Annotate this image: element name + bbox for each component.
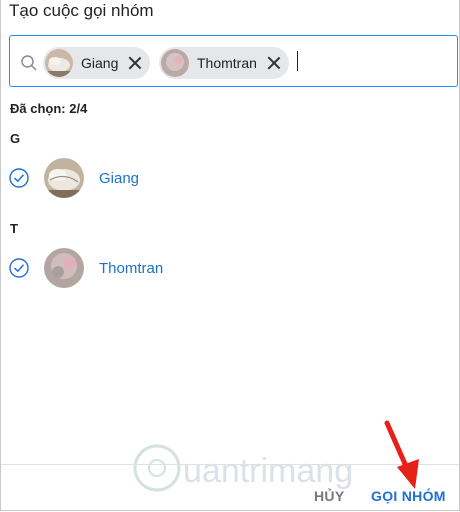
contact-name[interactable]: Thomtran <box>99 260 163 277</box>
contact-row-thomtran[interactable]: Thomtran <box>9 246 449 290</box>
checked-circle-icon[interactable] <box>9 258 29 278</box>
avatar <box>161 49 189 77</box>
contact-name[interactable]: Giang <box>99 170 139 187</box>
group-letter-g: G <box>10 131 21 146</box>
create-group-call-dialog: Tạo cuộc gọi nhóm Giang Thomtran Đã chọn… <box>0 0 460 511</box>
contact-row-giang[interactable]: Giang <box>9 156 449 200</box>
avatar <box>44 248 84 288</box>
chip-label: Giang <box>81 55 119 71</box>
remove-chip-icon[interactable] <box>128 56 142 70</box>
selected-chip-giang: Giang <box>43 47 151 79</box>
selected-count: Đã chọn: 2/4 <box>10 101 88 116</box>
chip-label: Thomtran <box>197 55 257 71</box>
selected-chip-thomtran: Thomtran <box>159 47 289 79</box>
avatar <box>45 49 73 77</box>
contact-search-input[interactable]: Giang Thomtran <box>9 35 458 87</box>
watermark-text: uantrimang <box>183 452 353 490</box>
dialog-title: Tạo cuộc gọi nhóm <box>9 1 154 20</box>
avatar <box>44 158 84 198</box>
checked-circle-icon[interactable] <box>9 168 29 188</box>
group-call-button[interactable]: GỌI NHÓM <box>371 488 446 504</box>
group-letter-t: T <box>10 221 18 236</box>
cancel-button[interactable]: HỦY <box>314 488 344 504</box>
red-arrow-annotation <box>384 420 419 489</box>
search-icon <box>21 55 37 71</box>
text-caret <box>297 51 298 71</box>
remove-chip-icon[interactable] <box>267 56 281 70</box>
